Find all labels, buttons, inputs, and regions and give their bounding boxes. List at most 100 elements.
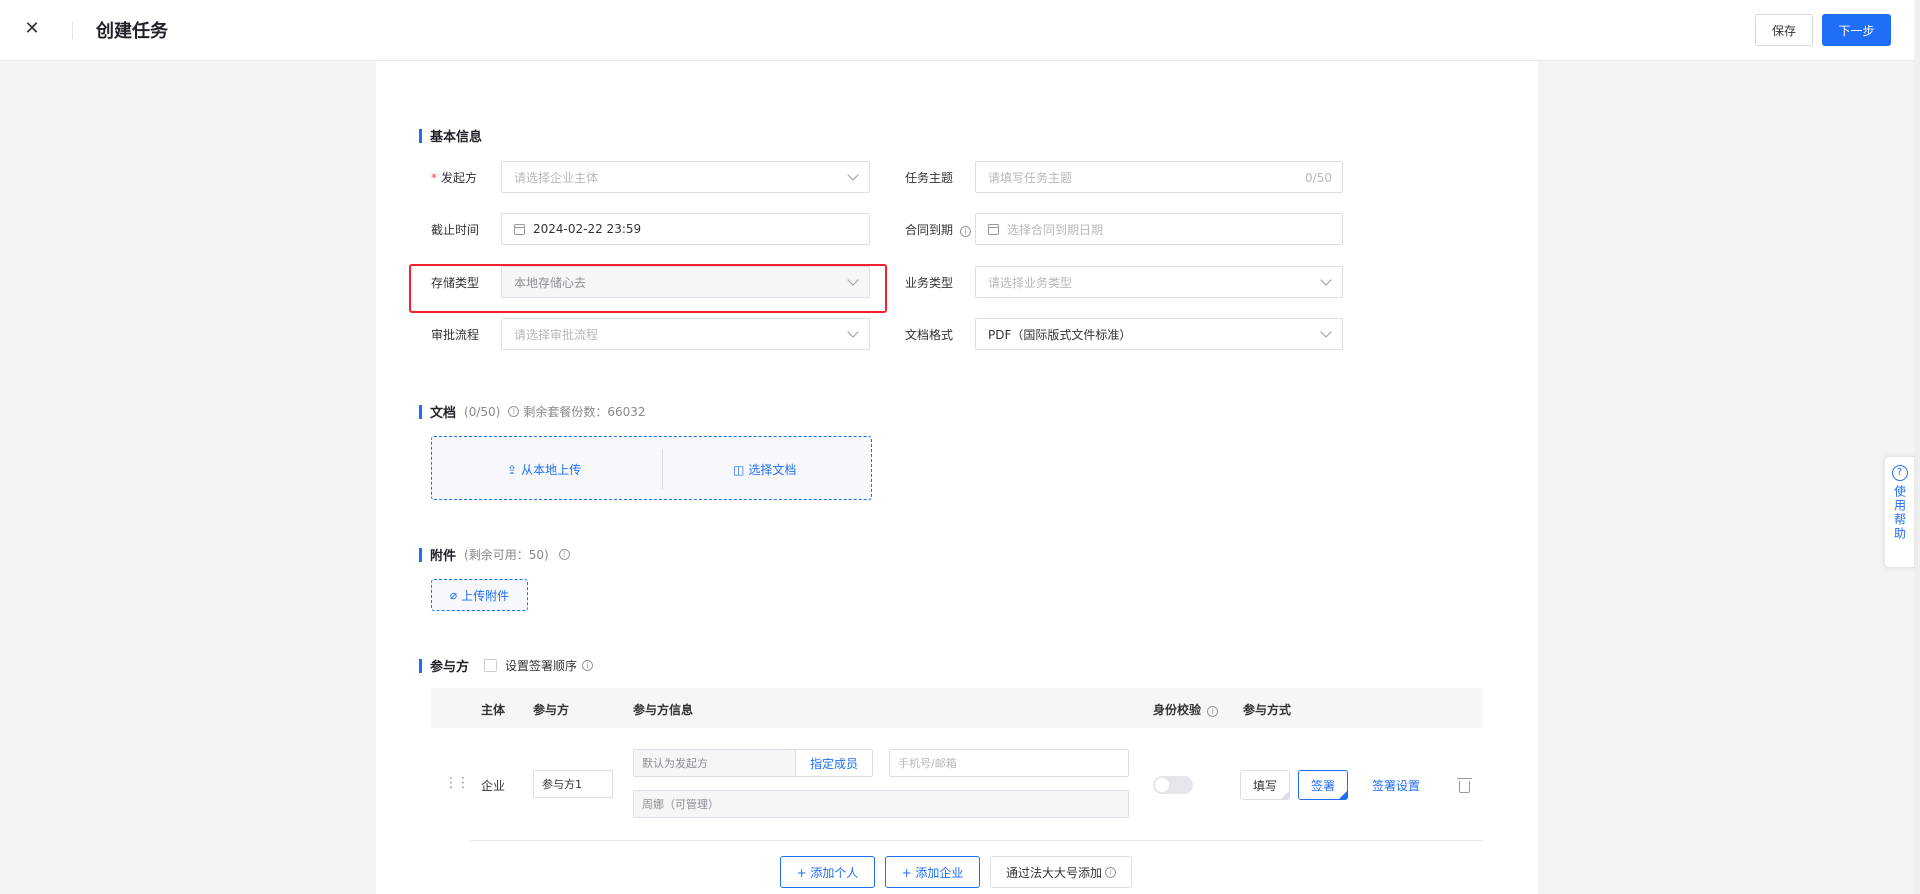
deadline-value: 2024-02-22 23:59 bbox=[533, 222, 642, 236]
section-attachments: 附件 (剩余可用：50) i bbox=[419, 545, 570, 564]
paperclip-icon: ⌀ bbox=[449, 588, 458, 602]
choose-document-button[interactable]: ◫ 选择文档 bbox=[733, 461, 796, 478]
storage-type-select[interactable]: 本地存储心去 bbox=[501, 266, 870, 298]
initiator-label: * 发起方 bbox=[431, 169, 477, 186]
section-title-text: 附件 bbox=[430, 549, 457, 564]
upload-local-button[interactable]: ⇪ 从本地上传 bbox=[507, 461, 581, 478]
column-header-party: 参与方 bbox=[533, 703, 570, 717]
approval-flow-placeholder: 请选择审批流程 bbox=[514, 327, 599, 342]
chevron-down-icon bbox=[847, 274, 859, 286]
contract-expiry-label: 合同到期 i bbox=[905, 221, 971, 238]
contract-expiry-label-text: 合同到期 bbox=[905, 223, 954, 237]
next-step-button[interactable]: 下一步 bbox=[1822, 14, 1891, 46]
doc-format-select[interactable]: PDF（国际版式文件标准） bbox=[975, 318, 1343, 350]
top-header: ✕ 创建任务 保存 下一步 bbox=[0, 0, 1920, 61]
section-participants: 参与方 设置签署顺序 i bbox=[419, 656, 594, 675]
add-via-fadada-button[interactable]: 通过法大大号添加 i bbox=[990, 856, 1132, 888]
initiator-select[interactable]: 请选择企业主体 bbox=[501, 161, 870, 193]
storage-type-value: 本地存储心去 bbox=[514, 275, 587, 290]
corner-marker bbox=[1339, 791, 1347, 799]
section-accent-bar bbox=[419, 128, 422, 143]
storage-type-label: 存储类型 bbox=[431, 276, 480, 290]
mode-fill-label: 填写 bbox=[1252, 778, 1277, 793]
contract-expiry-placeholder: 选择合同到期日期 bbox=[1007, 222, 1104, 237]
business-type-select[interactable]: 请选择业务类型 bbox=[975, 266, 1343, 298]
deadline-label: 截止时间 bbox=[431, 223, 480, 237]
section-accent-bar bbox=[419, 404, 422, 419]
question-icon: ? bbox=[1891, 465, 1908, 481]
column-header-subject: 主体 bbox=[481, 703, 506, 717]
participants-table-header: 主体 参与方 参与方信息 身份校验 i 参与方式 bbox=[431, 688, 1483, 728]
sign-settings-link[interactable]: 签署设置 bbox=[1372, 777, 1420, 794]
required-mark: * bbox=[431, 171, 437, 185]
task-subject-label: 任务主题 bbox=[905, 171, 954, 185]
business-type-placeholder: 请选择业务类型 bbox=[988, 275, 1073, 290]
row-divider bbox=[470, 840, 1483, 841]
info-icon[interactable]: i bbox=[959, 226, 971, 237]
section-accent-bar bbox=[419, 658, 422, 673]
sign-order-checkbox[interactable] bbox=[484, 659, 498, 672]
chevron-down-icon bbox=[1320, 274, 1332, 286]
column-header-party-info: 参与方信息 bbox=[633, 703, 694, 717]
form-card: 基本信息 * 发起方 请选择企业主体 任务主题 请填写任务主题 0/50 截止时间… bbox=[376, 61, 1538, 894]
chevron-down-icon bbox=[1320, 326, 1332, 338]
upload-icon: ⇪ bbox=[507, 462, 518, 477]
column-header-mode: 参与方式 bbox=[1243, 703, 1292, 717]
column-header-id-check: 身份校验 i bbox=[1153, 701, 1219, 718]
trash-icon[interactable] bbox=[1457, 778, 1472, 793]
add-person-button[interactable]: + 添加个人 bbox=[780, 856, 875, 888]
business-type-label: 业务类型 bbox=[905, 276, 954, 290]
mode-fill-button[interactable]: 填写 bbox=[1240, 770, 1290, 800]
manager-text: 周娜（可管理） bbox=[642, 798, 719, 811]
row-subject: 企业 bbox=[481, 779, 506, 793]
page-title: 创建任务 bbox=[96, 21, 168, 42]
sign-order-label: 设置签署顺序 bbox=[505, 659, 578, 673]
section-title-text: 文档 bbox=[430, 406, 457, 421]
upload-divider bbox=[662, 449, 663, 489]
corner-marker bbox=[1281, 791, 1289, 799]
section-documents: 文档 (0/50) i 剩余套餐份数：66032 bbox=[419, 402, 646, 421]
initiator-label-text: 发起方 bbox=[441, 171, 478, 185]
info-icon[interactable]: i bbox=[508, 406, 520, 417]
mode-sign-label: 签署 bbox=[1310, 778, 1335, 793]
info-icon[interactable]: i bbox=[1207, 706, 1219, 717]
drag-handle-icon[interactable]: ⋮⋮ bbox=[444, 775, 470, 791]
doc-format-value: PDF（国际版式文件标准） bbox=[988, 327, 1132, 342]
header-divider bbox=[72, 21, 73, 39]
help-label: 使用帮助 bbox=[1892, 485, 1907, 541]
party-name-input[interactable]: 参与方1 bbox=[533, 770, 613, 798]
char-counter: 0/50 bbox=[1305, 171, 1332, 185]
calendar-icon bbox=[988, 223, 999, 235]
save-button[interactable]: 保存 bbox=[1755, 14, 1813, 46]
upload-attachment-label: 上传附件 bbox=[461, 588, 510, 603]
upload-attachment-button[interactable]: ⌀ 上传附件 bbox=[431, 579, 528, 611]
page-scrollbar[interactable] bbox=[1914, 0, 1920, 894]
id-check-toggle[interactable] bbox=[1153, 776, 1193, 794]
contact-placeholder: 手机号/邮箱 bbox=[898, 757, 957, 770]
add-company-button[interactable]: + 添加企业 bbox=[885, 856, 980, 888]
choose-document-label: 选择文档 bbox=[748, 463, 797, 477]
section-title-text: 基本信息 bbox=[430, 130, 483, 145]
task-subject-input[interactable]: 请填写任务主题 0/50 bbox=[975, 161, 1343, 193]
contract-expiry-picker[interactable]: 选择合同到期日期 bbox=[975, 213, 1343, 245]
approval-flow-select[interactable]: 请选择审批流程 bbox=[501, 318, 870, 350]
add-via-fadada-label: 通过法大大号添加 bbox=[1005, 865, 1102, 880]
task-subject-placeholder: 请填写任务主题 bbox=[988, 170, 1073, 185]
attachment-remaining: (剩余可用：50) bbox=[464, 548, 549, 562]
info-icon[interactable]: i bbox=[558, 549, 570, 560]
info-icon[interactable]: i bbox=[582, 660, 594, 671]
help-float-button[interactable]: ? 使用帮助 bbox=[1884, 456, 1914, 568]
upload-local-label: 从本地上传 bbox=[521, 463, 582, 477]
section-accent-bar bbox=[419, 547, 422, 562]
contact-input[interactable]: 手机号/邮箱 bbox=[889, 749, 1129, 777]
mode-sign-button[interactable]: 签署 bbox=[1298, 770, 1348, 800]
manager-field[interactable]: 周娜（可管理） bbox=[633, 790, 1129, 818]
section-basic-info: 基本信息 bbox=[419, 126, 482, 145]
section-title-text: 参与方 bbox=[430, 660, 470, 675]
approval-flow-label: 审批流程 bbox=[431, 328, 480, 342]
deadline-picker[interactable]: 2024-02-22 23:59 bbox=[501, 213, 870, 245]
assign-member-button[interactable]: 指定成员 bbox=[795, 750, 872, 776]
info-icon: i bbox=[1105, 866, 1116, 878]
close-icon[interactable]: ✕ bbox=[22, 19, 42, 39]
doc-format-label: 文档格式 bbox=[905, 328, 954, 342]
